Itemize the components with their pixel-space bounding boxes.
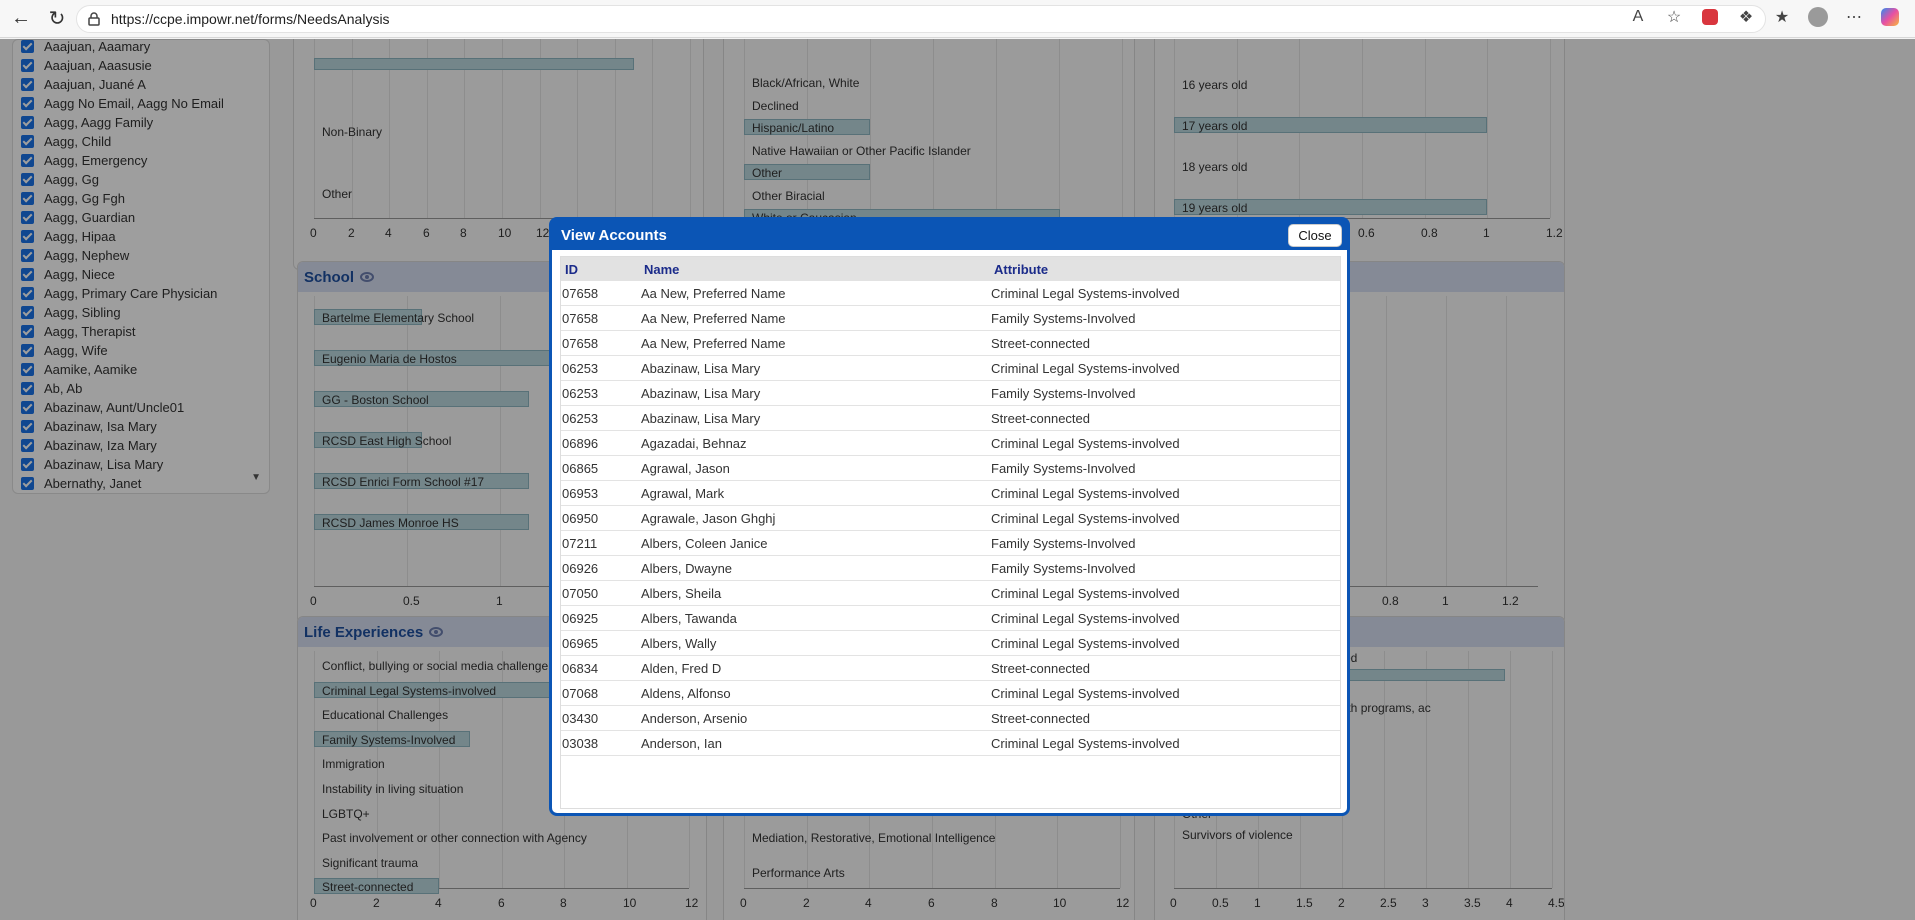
extension-icon[interactable] xyxy=(1699,6,1721,28)
cell-name: Anderson, Arsenio xyxy=(641,710,748,726)
cell-attribute: Family Systems-Involved xyxy=(991,535,1136,551)
cell-name: Abazinaw, Lisa Mary xyxy=(641,385,761,401)
cell-attribute: Criminal Legal Systems-involved xyxy=(991,485,1180,501)
table-row[interactable]: 07211 Albers, Coleen Janice Family Systems… xyxy=(561,531,1340,556)
table-row[interactable]: 07658 Aa New, Preferred Name Family System… xyxy=(561,306,1340,331)
cell-name: Albers, Tawanda xyxy=(641,610,737,626)
puzzle-icon[interactable]: ❖ xyxy=(1735,6,1757,28)
cell-attribute: Criminal Legal Systems-involved xyxy=(991,685,1180,701)
cell-name: Agrawale, Jason Ghghj xyxy=(641,510,776,526)
cell-name: Aa New, Preferred Name xyxy=(641,285,786,301)
cell-id: 07068 xyxy=(562,685,599,701)
table-row[interactable]: 06926 Albers, Dwayne Family Systems-Involv… xyxy=(561,556,1340,581)
table-row[interactable]: 06834 Alden, Fred D Street-connected xyxy=(561,656,1340,681)
table-row[interactable]: 06965 Albers, Wally Criminal Legal Systems… xyxy=(561,631,1340,656)
cell-attribute: Criminal Legal Systems-involved xyxy=(991,585,1180,601)
cell-id: 06950 xyxy=(562,510,599,526)
cell-name: Agrawal, Jason xyxy=(641,460,730,476)
cell-id: 03038 xyxy=(562,735,599,751)
cell-attribute: Criminal Legal Systems-involved xyxy=(991,735,1180,751)
table-row[interactable]: 07068 Aldens, Alfonso Criminal Legal Syste… xyxy=(561,681,1340,706)
table-row[interactable]: 06953 Agrawal, Mark Criminal Legal Systems… xyxy=(561,481,1340,506)
cell-attribute: Criminal Legal Systems-involved xyxy=(991,360,1180,376)
cell-id: 06253 xyxy=(562,410,599,426)
table-row[interactable]: 06950 Agrawale, Jason Ghghj Criminal Legal… xyxy=(561,506,1340,531)
table-row[interactable]: 06925 Albers, Tawanda Criminal Legal Syste… xyxy=(561,606,1340,631)
accounts-table: ID Name Attribute 07658 Aa New, Preferred… xyxy=(560,256,1341,809)
cell-id: 06865 xyxy=(562,460,599,476)
dialog-title: View Accounts xyxy=(561,226,667,244)
cell-id: 06253 xyxy=(562,385,599,401)
cell-name: Aa New, Preferred Name xyxy=(641,310,786,326)
cell-attribute: Family Systems-Involved xyxy=(991,385,1136,401)
favorite-star-icon[interactable]: ☆ xyxy=(1663,6,1685,28)
cell-name: Agazadai, Behnaz xyxy=(641,435,747,451)
column-header-name[interactable]: Name xyxy=(641,262,991,277)
table-row[interactable]: 03430 Anderson, Arsenio Street-connected xyxy=(561,706,1340,731)
cell-id: 06834 xyxy=(562,660,599,676)
cell-name: Aa New, Preferred Name xyxy=(641,335,786,351)
cell-attribute: Family Systems-Involved xyxy=(991,460,1136,476)
table-row[interactable]: 06253 Abazinaw, Lisa Mary Criminal Legal S… xyxy=(561,356,1340,381)
cell-id: 07658 xyxy=(562,285,599,301)
cell-attribute: Family Systems-Involved xyxy=(991,560,1136,576)
table-row[interactable]: 07658 Aa New, Preferred Name Street-connec… xyxy=(561,331,1340,356)
table-header: ID Name Attribute xyxy=(561,257,1340,281)
address-bar[interactable]: https://ccpe.impowr.net/forms/NeedsAnaly… xyxy=(76,5,1766,33)
cell-attribute: Criminal Legal Systems-involved xyxy=(991,510,1180,526)
read-aloud-icon[interactable]: A xyxy=(1627,6,1649,28)
profile-icon[interactable] xyxy=(1807,6,1829,28)
table-row[interactable]: 06865 Agrawal, Jason Family Systems-Involv… xyxy=(561,456,1340,481)
cell-id: 07658 xyxy=(562,310,599,326)
table-row[interactable]: 06253 Abazinaw, Lisa Mary Street-connected xyxy=(561,406,1340,431)
url-text: https://ccpe.impowr.net/forms/NeedsAnaly… xyxy=(111,11,390,27)
cell-name: Albers, Dwayne xyxy=(641,560,733,576)
cell-attribute: Street-connected xyxy=(991,710,1091,726)
cell-id: 06926 xyxy=(562,560,599,576)
favorites-icon[interactable]: ★ xyxy=(1771,6,1793,28)
close-button[interactable]: Close xyxy=(1288,224,1342,247)
back-icon[interactable]: ← xyxy=(6,4,36,34)
table-row[interactable]: 03038 Anderson, Ian Criminal Legal Systems… xyxy=(561,731,1340,756)
table-row[interactable]: 06896 Agazadai, Behnaz Criminal Legal Syst… xyxy=(561,431,1340,456)
cell-name: Abazinaw, Lisa Mary xyxy=(641,410,761,426)
cell-attribute: Criminal Legal Systems-involved xyxy=(991,610,1180,626)
browser-toolbar: ← ↻ https://ccpe.impowr.net/forms/NeedsA… xyxy=(0,0,1915,38)
cell-name: Alden, Fred D xyxy=(641,660,722,676)
table-row[interactable]: 07658 Aa New, Preferred Name Criminal Lega… xyxy=(561,281,1340,306)
cell-id: 07211 xyxy=(562,535,598,551)
cell-id: 07658 xyxy=(562,335,599,351)
dialog-header: View Accounts xyxy=(552,220,1347,250)
cell-attribute: Street-connected xyxy=(991,660,1091,676)
cell-name: Albers, Wally xyxy=(641,635,717,651)
cell-name: Albers, Coleen Janice xyxy=(641,535,768,551)
cell-id: 06925 xyxy=(562,610,599,626)
cell-id: 06896 xyxy=(562,435,599,451)
cell-attribute: Street-connected xyxy=(991,335,1091,351)
cell-name: Aldens, Alfonso xyxy=(641,685,731,701)
view-accounts-dialog: View Accounts Close ID Name Attribute 07… xyxy=(549,217,1350,816)
lock-icon xyxy=(88,12,100,26)
table-row[interactable]: 06253 Abazinaw, Lisa Mary Family Systems-I… xyxy=(561,381,1340,406)
cell-id: 06965 xyxy=(562,635,599,651)
cell-attribute: Criminal Legal Systems-involved xyxy=(991,435,1180,451)
cell-name: Agrawal, Mark xyxy=(641,485,725,501)
cell-attribute: Criminal Legal Systems-involved xyxy=(991,285,1180,301)
column-header-id[interactable]: ID xyxy=(561,262,641,277)
cell-id: 06953 xyxy=(562,485,599,501)
reload-icon[interactable]: ↻ xyxy=(42,4,72,34)
cell-attribute: Family Systems-Involved xyxy=(991,310,1136,326)
table-row[interactable]: 07050 Albers, Sheila Criminal Legal System… xyxy=(561,581,1340,606)
cell-name: Abazinaw, Lisa Mary xyxy=(641,360,761,376)
copilot-icon[interactable] xyxy=(1879,6,1901,28)
cell-attribute: Criminal Legal Systems-involved xyxy=(991,635,1180,651)
cell-id: 06253 xyxy=(562,360,599,376)
cell-name: Anderson, Ian xyxy=(641,735,722,751)
more-icon[interactable]: ⋯ xyxy=(1843,6,1865,28)
cell-id: 07050 xyxy=(562,585,599,601)
cell-attribute: Street-connected xyxy=(991,410,1091,426)
column-header-attribute[interactable]: Attribute xyxy=(991,262,1340,277)
cell-id: 03430 xyxy=(562,710,599,726)
cell-name: Albers, Sheila xyxy=(641,585,722,601)
